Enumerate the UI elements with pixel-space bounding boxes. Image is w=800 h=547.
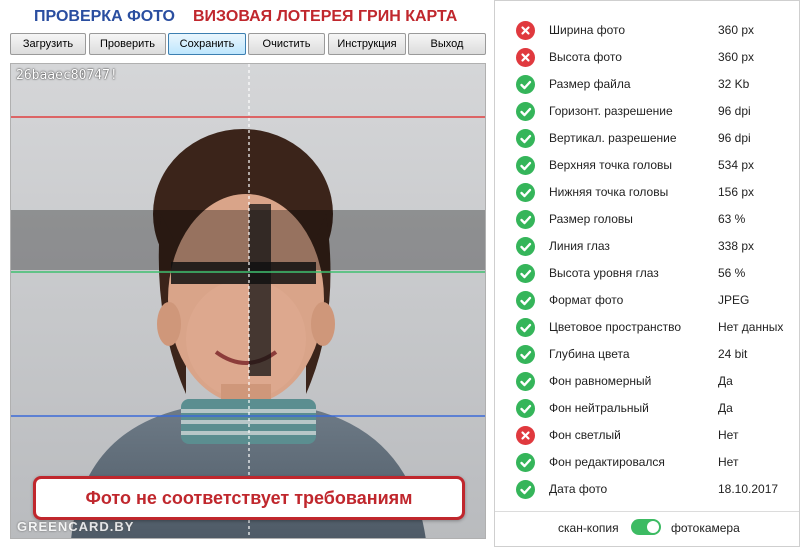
source-toggle[interactable]	[631, 519, 661, 535]
check-circle-icon	[516, 372, 535, 391]
check-circle-icon	[516, 183, 535, 202]
check-row: Ширина фото 360 px	[495, 17, 799, 44]
check-label: Фон редактировался	[549, 455, 665, 469]
toolbar: Загрузить Проверить Сохранить Очистить И…	[10, 33, 488, 57]
check-row: Цветовое пространство Нет данных	[495, 314, 799, 341]
check-label: Нижняя точка головы	[549, 185, 669, 199]
error-message: Фото не соответствует требованиям	[33, 476, 465, 520]
check-circle-icon	[516, 102, 535, 121]
scan-copy-label: скан-копия	[558, 521, 619, 535]
check-label: Цветовое пространство	[549, 320, 682, 334]
check-circle-icon	[516, 453, 535, 472]
check-value: 96 dpi	[718, 104, 751, 118]
title-check: ПРОВЕРКА ФОТО	[34, 8, 175, 25]
check-value: 360 px	[718, 50, 755, 64]
check-row: Горизонт. разрешение 96 dpi	[495, 98, 799, 125]
check-label: Фон светлый	[549, 428, 621, 442]
check-value: 63 %	[718, 212, 746, 226]
check-value: 24 bit	[718, 347, 748, 361]
check-value: 360 px	[718, 23, 755, 37]
check-value: 338 px	[718, 239, 755, 253]
check-circle-icon	[516, 318, 535, 337]
check-circle-icon	[516, 75, 535, 94]
check-circle-icon	[516, 399, 535, 418]
check-row: Фон светлый Нет	[495, 422, 799, 449]
check-row: Фон равномерный Да	[495, 368, 799, 395]
title-lottery: ВИЗОВАЯ ЛОТЕРЕЯ ГРИН КАРТА	[193, 8, 458, 25]
check-value: Нет	[718, 428, 739, 442]
app-header: ПРОВЕРКА ФОТО ВИЗОВАЯ ЛОТЕРЕЯ ГРИН КАРТА	[0, 8, 490, 30]
check-row: Размер файла 32 Kb	[495, 71, 799, 98]
check-label: Ширина фото	[549, 23, 626, 37]
check-row: Высота фото 360 px	[495, 44, 799, 71]
check-label: Горизонт. разрешение	[549, 104, 673, 118]
load-button[interactable]: Загрузить	[10, 33, 86, 55]
check-row: Линия глаз 338 px	[495, 233, 799, 260]
check-row: Верхняя точка головы 534 px	[495, 152, 799, 179]
check-value: 56 %	[718, 266, 746, 280]
check-circle-icon	[516, 291, 535, 310]
check-row: Глубина цвета 24 bit	[495, 341, 799, 368]
check-value: 156 px	[718, 185, 755, 199]
check-circle-icon	[516, 156, 535, 175]
check-row: Фон редактировался Нет	[495, 449, 799, 476]
check-value: 534 px	[718, 158, 755, 172]
check-label: Размер головы	[549, 212, 633, 226]
check-label: Фон равномерный	[549, 374, 652, 388]
check-results-panel: Ширина фото 360 px Высота фото 360 px Размер…	[494, 0, 800, 547]
check-row: Дата фото 18.10.2017	[495, 476, 799, 503]
check-value: Нет данных	[718, 320, 784, 334]
check-row: Вертикал. разрешение 96 dpi	[495, 125, 799, 152]
cross-circle-icon	[516, 48, 535, 67]
check-circle-icon	[516, 210, 535, 229]
check-label: Глубина цвета	[549, 347, 630, 361]
camera-label: фотокамера	[671, 521, 740, 535]
photo-image	[11, 64, 485, 538]
instructions-button[interactable]: Инструкция	[328, 33, 406, 55]
check-circle-icon	[516, 237, 535, 256]
toggle-knob	[647, 521, 659, 533]
save-button[interactable]: Сохранить	[168, 33, 246, 55]
photo-preview: 26baaec80747! GREENCARD.BY Фото не соотв…	[10, 63, 486, 539]
watermark: GREENCARD.BY	[17, 519, 135, 534]
check-value: Да	[718, 374, 733, 388]
check-value: 32 Kb	[718, 77, 750, 91]
check-label: Дата фото	[549, 482, 608, 496]
check-label: Высота уровня глаз	[549, 266, 659, 280]
clear-button[interactable]: Очистить	[248, 33, 325, 55]
check-circle-icon	[516, 264, 535, 283]
check-row: Фон нейтральный Да	[495, 395, 799, 422]
check-label: Вертикал. разрешение	[549, 131, 677, 145]
exit-button[interactable]: Выход	[408, 33, 486, 55]
check-label: Высота фото	[549, 50, 622, 64]
check-button[interactable]: Проверить	[89, 33, 166, 55]
source-switch: скан-копия фотокамера	[495, 511, 799, 542]
check-circle-icon	[516, 345, 535, 364]
check-value: JPEG	[718, 293, 750, 307]
check-value: 96 dpi	[718, 131, 751, 145]
check-value: Нет	[718, 455, 739, 469]
check-label: Фон нейтральный	[549, 401, 649, 415]
cross-circle-icon	[516, 21, 535, 40]
check-value: 18.10.2017	[718, 482, 779, 496]
check-row: Размер головы 63 %	[495, 206, 799, 233]
check-row: Нижняя точка головы 156 px	[495, 179, 799, 206]
check-label: Размер файла	[549, 77, 631, 91]
check-row: Формат фото JPEG	[495, 287, 799, 314]
check-value: Да	[718, 401, 733, 415]
check-circle-icon	[516, 480, 535, 499]
cross-circle-icon	[516, 426, 535, 445]
check-circle-icon	[516, 129, 535, 148]
check-label: Верхняя точка головы	[549, 158, 673, 172]
check-label: Линия глаз	[549, 239, 610, 253]
check-label: Формат фото	[549, 293, 624, 307]
check-row: Высота уровня глаз 56 %	[495, 260, 799, 287]
photo-id-label: 26baaec80747!	[16, 68, 118, 83]
